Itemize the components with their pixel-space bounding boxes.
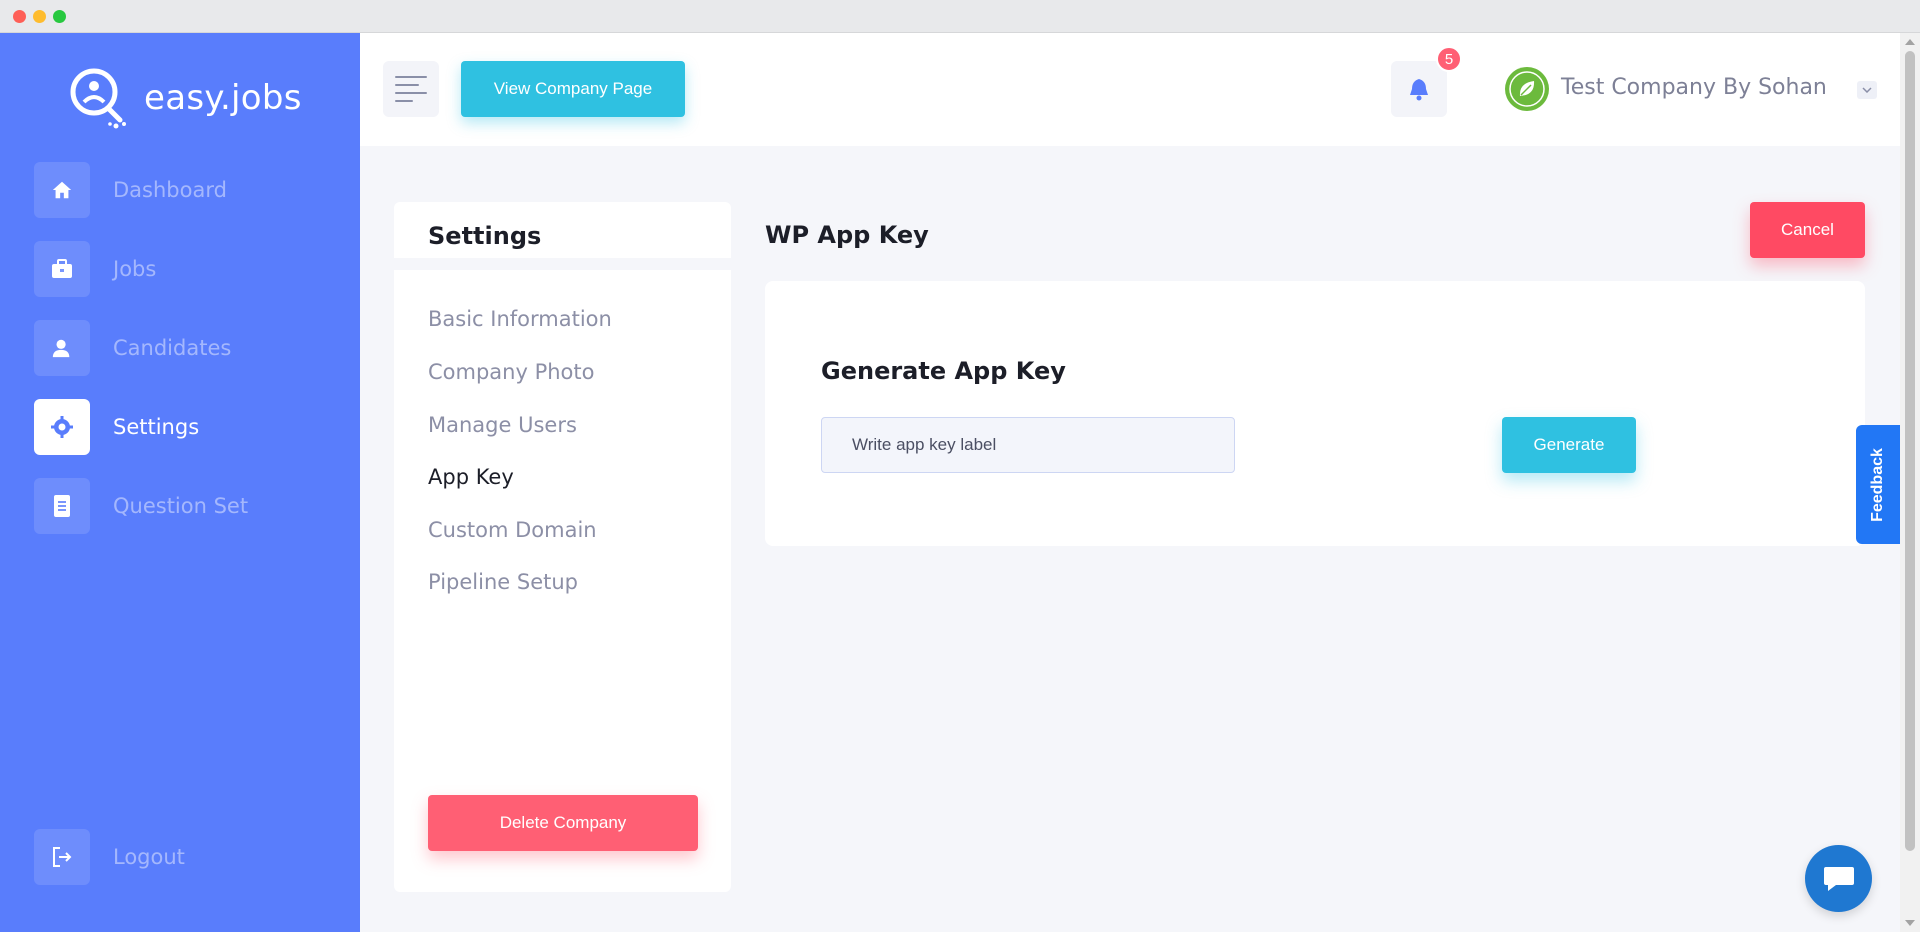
settings-menu-company-photo[interactable]: Company Photo <box>428 360 594 384</box>
sidebar-item-label: Settings <box>113 415 200 439</box>
logout-label: Logout <box>113 845 185 869</box>
feedback-label: Feedback <box>1869 447 1886 522</box>
sidebar-item-question-set[interactable]: Question Set <box>34 478 334 534</box>
chat-widget-button[interactable] <box>1805 845 1872 912</box>
maximize-window-button[interactable] <box>53 10 66 23</box>
logout-button[interactable]: Logout <box>34 829 334 885</box>
page-scrollbar[interactable] <box>1900 33 1920 932</box>
menu-toggle-button[interactable] <box>383 61 439 117</box>
minimize-window-button[interactable] <box>33 10 46 23</box>
sidebar-item-jobs[interactable]: Jobs <box>34 241 334 297</box>
window-titlebar <box>0 0 1920 33</box>
top-header: View Company Page 5 Test Company By Soha… <box>360 33 1900 146</box>
sidebar: easy.jobs Dashboard Jobs Candidates Sett… <box>0 33 360 932</box>
logo-text: easy.jobs <box>144 78 302 118</box>
notifications-button[interactable] <box>1391 61 1447 117</box>
chevron-down-icon <box>1862 87 1872 93</box>
settings-menu-basic-information[interactable]: Basic Information <box>428 307 612 331</box>
company-dropdown-toggle[interactable] <box>1857 81 1877 99</box>
notification-count-badge: 5 <box>1436 46 1462 72</box>
generate-app-key-card: Generate App Key Generate <box>765 281 1865 546</box>
company-avatar[interactable] <box>1505 67 1549 111</box>
sidebar-item-candidates[interactable]: Candidates <box>34 320 334 376</box>
settings-menu-custom-domain[interactable]: Custom Domain <box>428 518 597 542</box>
generate-button[interactable]: Generate <box>1502 417 1636 473</box>
app-key-label-input[interactable] <box>821 417 1235 473</box>
page-title: WP App Key <box>765 221 929 249</box>
cancel-button[interactable]: Cancel <box>1750 202 1865 258</box>
feedback-tab[interactable]: Feedback <box>1856 425 1900 544</box>
company-name[interactable]: Test Company By Sohan <box>1561 75 1827 100</box>
sidebar-item-settings[interactable]: Settings <box>34 399 334 455</box>
hamburger-line <box>395 100 413 102</box>
app-logo[interactable]: easy.jobs <box>66 63 302 133</box>
scroll-thumb[interactable] <box>1905 51 1915 851</box>
sidebar-item-label: Question Set <box>113 494 249 518</box>
view-company-page-button[interactable]: View Company Page <box>461 61 685 117</box>
delete-company-button[interactable]: Delete Company <box>428 795 698 851</box>
logout-icon <box>34 829 90 885</box>
scroll-down-arrow[interactable] <box>1905 920 1915 926</box>
sidebar-item-label: Dashboard <box>113 178 227 202</box>
sidebar-item-label: Candidates <box>113 336 232 360</box>
user-icon <box>34 320 90 376</box>
home-icon <box>34 162 90 218</box>
close-window-button[interactable] <box>13 10 26 23</box>
settings-menu-pipeline-setup[interactable]: Pipeline Setup <box>428 570 578 594</box>
gear-icon <box>34 399 90 455</box>
document-icon <box>34 478 90 534</box>
settings-menu-app-key[interactable]: App Key <box>428 465 514 489</box>
scroll-up-arrow[interactable] <box>1905 39 1915 45</box>
logo-icon <box>70 68 126 129</box>
leaf-logo-icon <box>1509 71 1545 107</box>
settings-panel: Settings Basic Information Company Photo… <box>394 202 731 892</box>
hamburger-line <box>395 84 419 86</box>
sidebar-item-label: Jobs <box>113 257 157 281</box>
bell-icon <box>1410 79 1428 101</box>
briefcase-icon <box>34 241 90 297</box>
settings-panel-header: Settings <box>394 202 731 270</box>
sidebar-item-dashboard[interactable]: Dashboard <box>34 162 334 218</box>
chat-bubble-icon <box>1823 866 1854 891</box>
hamburger-line <box>395 76 427 78</box>
settings-title: Settings <box>428 222 542 250</box>
settings-menu-manage-users[interactable]: Manage Users <box>428 413 577 437</box>
card-title: Generate App Key <box>821 357 1066 385</box>
hamburger-line <box>395 92 427 94</box>
